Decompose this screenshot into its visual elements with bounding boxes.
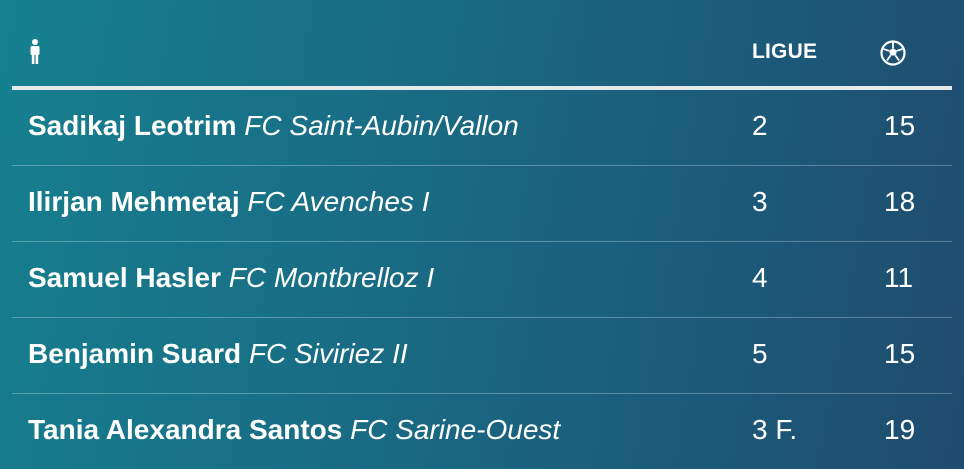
- table-row: Samuel Hasler FC Montbrelloz I 4 11: [12, 242, 952, 318]
- table-row: Benjamin Suard FC Siviriez II 5 15: [12, 318, 952, 394]
- player-name: Tania Alexandra Santos: [28, 414, 343, 445]
- player-cell: Sadikaj Leotrim FC Saint-Aubin/Vallon: [28, 110, 519, 142]
- league-cell: 3: [752, 186, 768, 217]
- league-cell: 2: [752, 110, 768, 141]
- player-cell: Samuel Hasler FC Montbrelloz I: [28, 262, 434, 294]
- player-cell: Ilirjan Mehmetaj FC Avenches I: [28, 186, 430, 218]
- player-cell: Tania Alexandra Santos FC Sarine-Ouest: [28, 414, 560, 446]
- goals-cell: 18: [884, 186, 916, 217]
- player-club: FC Montbrelloz I: [228, 262, 435, 293]
- goals-cell: 11: [884, 262, 914, 293]
- player-club: FC Avenches I: [247, 186, 430, 217]
- soccer-ball-icon: [880, 40, 906, 66]
- player-name: Benjamin Suard: [28, 338, 242, 369]
- goals-cell: 19: [884, 414, 916, 445]
- player-name: Ilirjan Mehmetaj: [28, 186, 240, 217]
- player-name: Sadikaj Leotrim: [28, 110, 237, 141]
- league-cell: 5: [752, 338, 768, 369]
- player-name: Samuel Hasler: [28, 262, 221, 293]
- table-row: Sadikaj Leotrim FC Saint-Aubin/Vallon 2 …: [12, 90, 952, 166]
- scorers-list: Sadikaj Leotrim FC Saint-Aubin/Vallon 2 …: [12, 90, 952, 469]
- league-column-header: LIGUE: [752, 40, 818, 63]
- table-row: Tania Alexandra Santos FC Sarine-Ouest 3…: [12, 394, 952, 469]
- goals-cell: 15: [884, 110, 916, 141]
- league-cell: 4: [752, 262, 768, 293]
- player-club: FC Sarine-Ouest: [350, 414, 561, 445]
- player-club: FC Saint-Aubin/Vallon: [244, 110, 519, 141]
- table-row: Ilirjan Mehmetaj FC Avenches I 3 18: [12, 166, 952, 242]
- player-cell: Benjamin Suard FC Siviriez II: [28, 338, 408, 370]
- player-club: FC Siviriez II: [248, 338, 408, 369]
- goals-cell: 15: [884, 338, 916, 369]
- league-cell: 3 F.: [752, 414, 798, 445]
- table-header: LIGUE: [12, 0, 952, 90]
- scorers-table: LIGUE Sadikaj Leotrim FC Saint-Aubin/Val…: [0, 0, 964, 468]
- person-icon: [28, 38, 42, 66]
